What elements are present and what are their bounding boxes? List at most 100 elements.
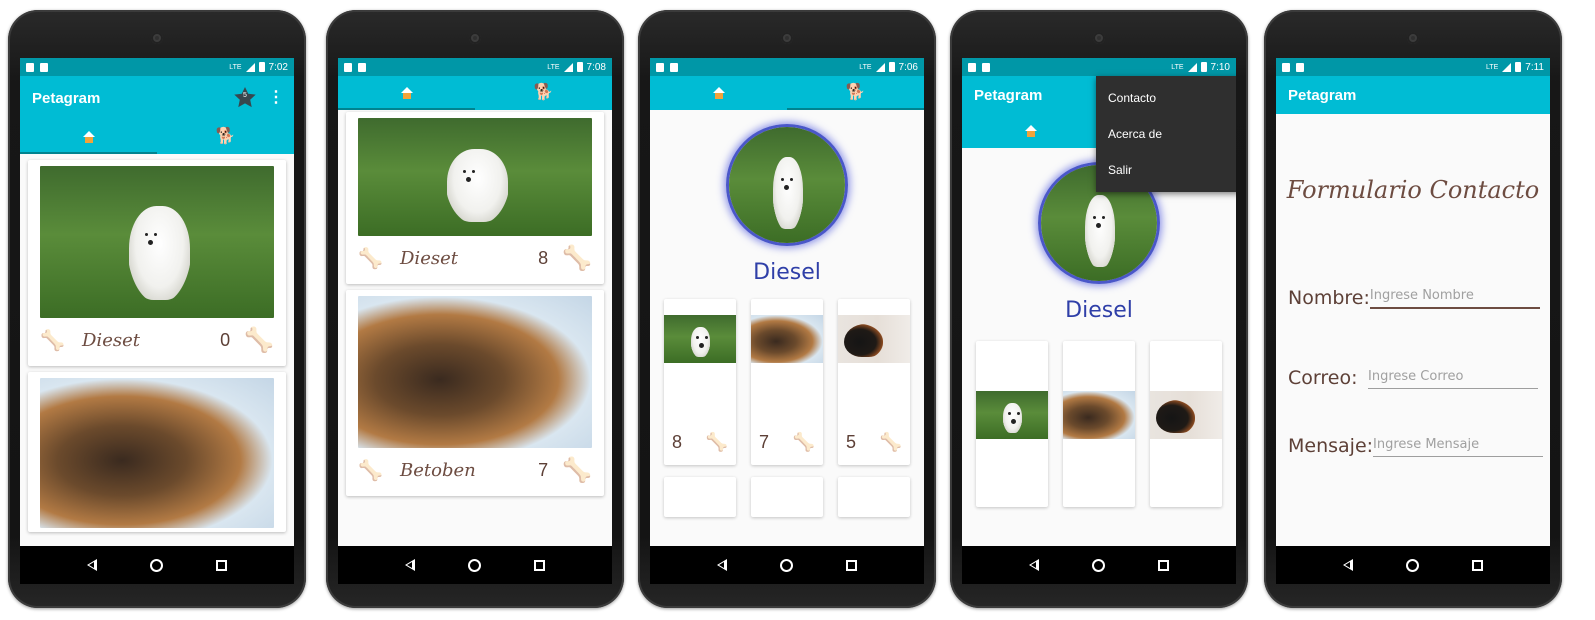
grid-item[interactable]: [751, 477, 823, 517]
navigation-bar: [650, 546, 924, 584]
pet-card: 🦴 Betoben 7 🦴: [346, 290, 604, 496]
more-vert-icon[interactable]: ⋮: [268, 90, 284, 106]
home-icon: [1024, 125, 1038, 137]
bone-filled-icon[interactable]: 🦴: [562, 244, 592, 273]
pet-name: Dieset: [82, 329, 140, 351]
bone-filled-icon[interactable]: 🦴: [562, 456, 592, 485]
like-count: 7: [759, 432, 770, 452]
lte-icon: LTE: [1485, 63, 1499, 71]
sd-card-icon: [1282, 62, 1290, 72]
screen-main-list: LTE 7:02 Petagram 5 ⋮ 🐕 🦴 Dieset 0 🦴: [20, 58, 294, 546]
status-time: 7:02: [268, 61, 288, 73]
pet-photo-doberman: [1150, 391, 1222, 439]
dog-icon: 🐕: [533, 84, 554, 101]
status-time: 7:08: [586, 61, 606, 73]
grid-item[interactable]: [838, 477, 910, 517]
signal-icon: [245, 62, 255, 72]
app-title: Petagram: [1288, 86, 1357, 104]
photo-grid-next-row: [650, 477, 924, 517]
home-icon: [400, 87, 414, 99]
earpiece-speaker: [781, 32, 793, 44]
pet-profile: Diesel: [650, 110, 924, 285]
navigation-bar: [338, 546, 612, 584]
menu-item-acerca-de[interactable]: Acerca de: [1096, 116, 1236, 152]
back-icon[interactable]: [716, 559, 727, 571]
status-time: 7:11: [1525, 61, 1544, 73]
screen-profile: LTE 7:06 🐕 Diesel 8 🦴 7 🦴 5 🦴: [650, 58, 924, 546]
favorites-button[interactable]: 5: [232, 85, 258, 111]
home-button-icon[interactable]: [1405, 558, 1419, 572]
tab-profile[interactable]: 🐕: [787, 76, 924, 110]
tab-home[interactable]: [962, 114, 1099, 148]
back-icon[interactable]: [86, 559, 97, 571]
recents-icon[interactable]: [1158, 559, 1170, 571]
bone-outline-icon[interactable]: 🦴: [358, 458, 392, 483]
status-bar: LTE 7:10: [962, 58, 1236, 76]
action-bar: Petagram: [1276, 76, 1550, 114]
navigation-bar: [1276, 546, 1550, 584]
like-count: 7: [538, 459, 549, 480]
dog-icon: 🐕: [215, 128, 236, 145]
home-button-icon[interactable]: [779, 558, 793, 572]
home-button-icon[interactable]: [1091, 558, 1105, 572]
action-bar: Petagram 5 ⋮: [20, 76, 294, 120]
bone-filled-icon: 🦴: [792, 432, 815, 452]
recents-icon[interactable]: [534, 559, 546, 571]
tab-profile[interactable]: 🐕: [475, 76, 612, 110]
email-field[interactable]: [1368, 367, 1538, 389]
form-row-mensaje: Mensaje:: [1276, 435, 1550, 457]
earpiece-speaker: [469, 32, 481, 44]
like-count: 5: [846, 432, 857, 452]
name-field[interactable]: [1369, 286, 1540, 309]
form-row-nombre: Nombre:: [1276, 286, 1550, 309]
screen-contact-form: LTE 7:11 Petagram Formulario Contacto No…: [1276, 58, 1550, 546]
android-icon: [982, 62, 990, 72]
status-time: 7:10: [1210, 61, 1230, 73]
lte-icon: LTE: [859, 63, 872, 71]
screenshot-collage: LTE 7:02 Petagram 5 ⋮ 🐕 🦴 Dieset 0 🦴 LTE…: [0, 0, 1595, 620]
bone-filled-icon: 🦴: [879, 432, 902, 452]
photo-grid: [962, 341, 1236, 507]
battery-icon: [888, 62, 895, 72]
tab-home[interactable]: [20, 120, 157, 154]
field-label: Nombre:: [1288, 287, 1370, 309]
recents-icon[interactable]: [846, 559, 858, 571]
menu-item-contacto[interactable]: Contacto: [1096, 80, 1236, 116]
back-icon[interactable]: [404, 559, 415, 571]
menu-item-salir[interactable]: Salir: [1096, 152, 1236, 188]
like-count: 8: [538, 247, 549, 268]
grid-item[interactable]: [976, 341, 1048, 507]
pet-name: Betoben: [400, 459, 476, 481]
grid-item[interactable]: [1063, 341, 1135, 507]
home-button-icon[interactable]: [467, 558, 481, 572]
phone-frame-menu: LTE 7:10 Petagram Contacto Acerca de Sal…: [950, 10, 1248, 608]
pet-photo-st-bernard: [358, 296, 592, 448]
tab-home[interactable]: [338, 76, 475, 110]
recents-icon[interactable]: [216, 559, 228, 571]
android-icon: [358, 62, 366, 72]
message-field[interactable]: [1373, 435, 1544, 457]
screen-scrolled-list: LTE 7:08 🐕 🦴 Dieset 8 🦴 🦴 Betoben 7 🦴: [338, 58, 612, 546]
navigation-bar: [962, 546, 1236, 584]
grid-item[interactable]: 8 🦴: [664, 299, 736, 465]
pet-photo-maltese: [976, 391, 1048, 439]
pet-photo-st-bernard: [40, 378, 274, 528]
bone-outline-icon[interactable]: 🦴: [358, 246, 392, 271]
signal-icon: [1187, 62, 1197, 72]
tab-bar: 🐕: [20, 120, 294, 154]
tab-home[interactable]: [650, 76, 787, 110]
back-icon[interactable]: [1028, 559, 1039, 571]
back-icon[interactable]: [1342, 559, 1353, 571]
grid-item[interactable]: [664, 477, 736, 517]
grid-item[interactable]: 5 🦴: [838, 299, 910, 465]
recents-icon[interactable]: [1472, 559, 1484, 571]
tab-profile[interactable]: 🐕: [157, 120, 294, 154]
home-button-icon[interactable]: [149, 558, 163, 572]
bone-filled-icon[interactable]: 🦴: [244, 326, 274, 355]
status-bar: LTE 7:11: [1276, 58, 1550, 76]
bone-outline-icon[interactable]: 🦴: [40, 328, 74, 353]
pet-photo-doberman: [838, 315, 910, 363]
phone-frame-main-list: LTE 7:02 Petagram 5 ⋮ 🐕 🦴 Dieset 0 🦴: [8, 10, 306, 608]
grid-item[interactable]: 7 🦴: [751, 299, 823, 465]
grid-item[interactable]: [1150, 341, 1222, 507]
